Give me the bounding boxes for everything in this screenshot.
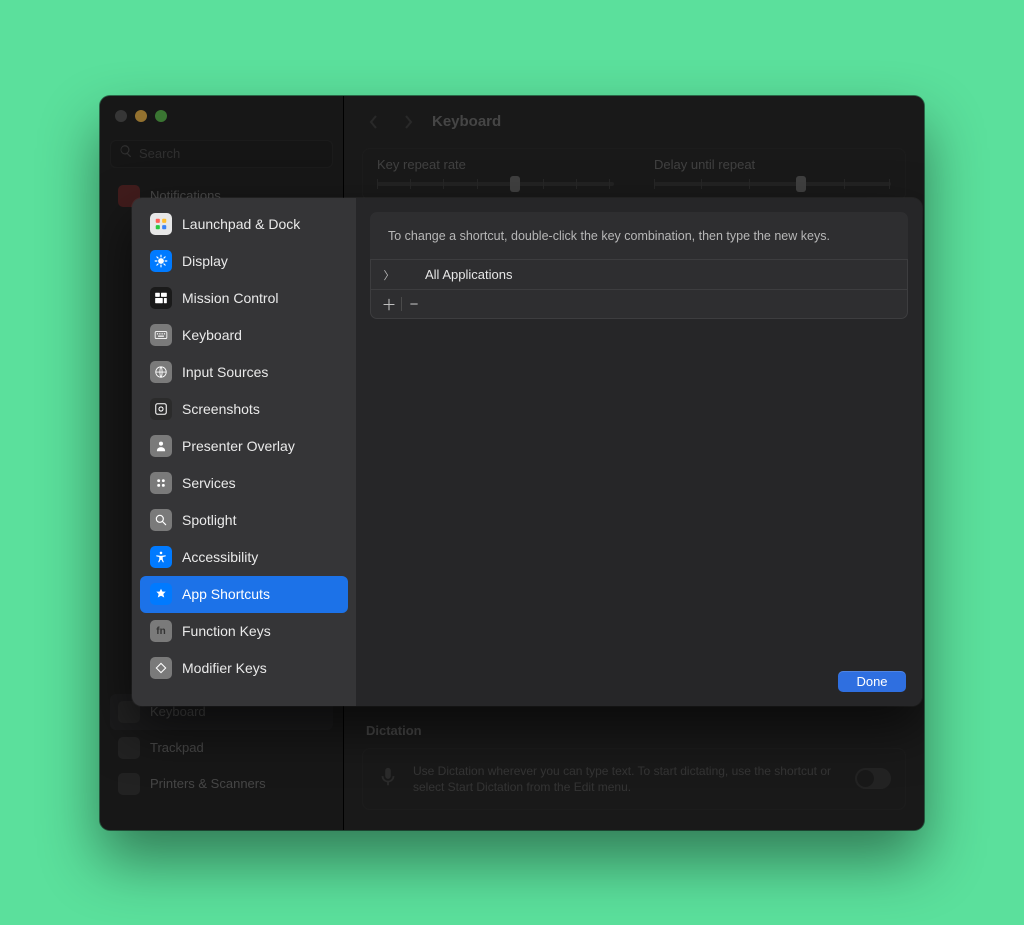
display-icon — [150, 250, 172, 272]
shortcut-category-display[interactable]: Display — [140, 243, 348, 280]
chevron-right-icon: 〉 — [381, 267, 397, 283]
add-shortcut-button[interactable]: ＋ — [377, 293, 401, 315]
shortcut-category-fn[interactable]: fn Function Keys — [140, 613, 348, 650]
presenter-icon — [150, 435, 172, 457]
category-label: Presenter Overlay — [182, 438, 295, 454]
category-label: Function Keys — [182, 623, 271, 639]
category-label: Keyboard — [182, 327, 242, 343]
shortcut-category-appshort[interactable]: App Shortcuts — [140, 576, 348, 613]
shortcut-category-presenter[interactable]: Presenter Overlay — [140, 428, 348, 465]
screenshot-icon — [150, 398, 172, 420]
shortcuts-toolbar: ＋ − — [371, 290, 907, 318]
category-label: Screenshots — [182, 401, 260, 417]
category-label: Services — [182, 475, 236, 491]
shortcut-category-accessibility[interactable]: Accessibility — [140, 539, 348, 576]
category-label: Mission Control — [182, 290, 278, 306]
system-settings-window: Notifications Keyboard Trackpad Printers… — [100, 96, 924, 830]
app-row-all-applications[interactable]: 〉 All Applications — [371, 260, 907, 290]
category-label: Spotlight — [182, 512, 236, 528]
shortcut-category-spotlight[interactable]: Spotlight — [140, 502, 348, 539]
spotlight-icon — [150, 509, 172, 531]
shortcut-category-services[interactable]: Services — [140, 465, 348, 502]
category-label: App Shortcuts — [182, 586, 270, 602]
plus-icon: ＋ — [381, 294, 396, 315]
shortcuts-sheet: Launchpad & Dock Display Mission Control Ke… — [132, 198, 922, 706]
modifier-icon — [150, 657, 172, 679]
accessibility-icon — [150, 546, 172, 568]
shortcut-category-mission[interactable]: Mission Control — [140, 280, 348, 317]
shortcuts-table: 〉 All Applications ＋ − — [370, 260, 908, 319]
fn-icon: fn — [150, 620, 172, 642]
shortcuts-hint-text: To change a shortcut, double-click the k… — [370, 212, 908, 261]
shortcut-category-screenshot[interactable]: Screenshots — [140, 391, 348, 428]
services-icon — [150, 472, 172, 494]
category-label: Launchpad & Dock — [182, 216, 300, 232]
shortcuts-category-list: Launchpad & Dock Display Mission Control Ke… — [132, 198, 356, 706]
category-label: Modifier Keys — [182, 660, 267, 676]
done-button[interactable]: Done — [838, 671, 906, 692]
shortcut-category-modifier[interactable]: Modifier Keys — [140, 650, 348, 687]
appshort-icon — [150, 583, 172, 605]
category-label: Input Sources — [182, 364, 268, 380]
mission-icon — [150, 287, 172, 309]
shortcut-category-launchpad[interactable]: Launchpad & Dock — [140, 206, 348, 243]
category-label: Accessibility — [182, 549, 258, 565]
launchpad-icon — [150, 213, 172, 235]
shortcuts-detail-pane: To change a shortcut, double-click the k… — [356, 198, 922, 706]
category-label: Display — [182, 253, 228, 269]
shortcut-category-keyboard[interactable]: Keyboard — [140, 317, 348, 354]
minus-icon: − — [410, 296, 419, 313]
remove-shortcut-button[interactable]: − — [402, 293, 426, 315]
shortcut-category-input[interactable]: Input Sources — [140, 354, 348, 391]
input-icon — [150, 361, 172, 383]
keyboard-icon — [150, 324, 172, 346]
app-row-label: All Applications — [425, 267, 512, 282]
